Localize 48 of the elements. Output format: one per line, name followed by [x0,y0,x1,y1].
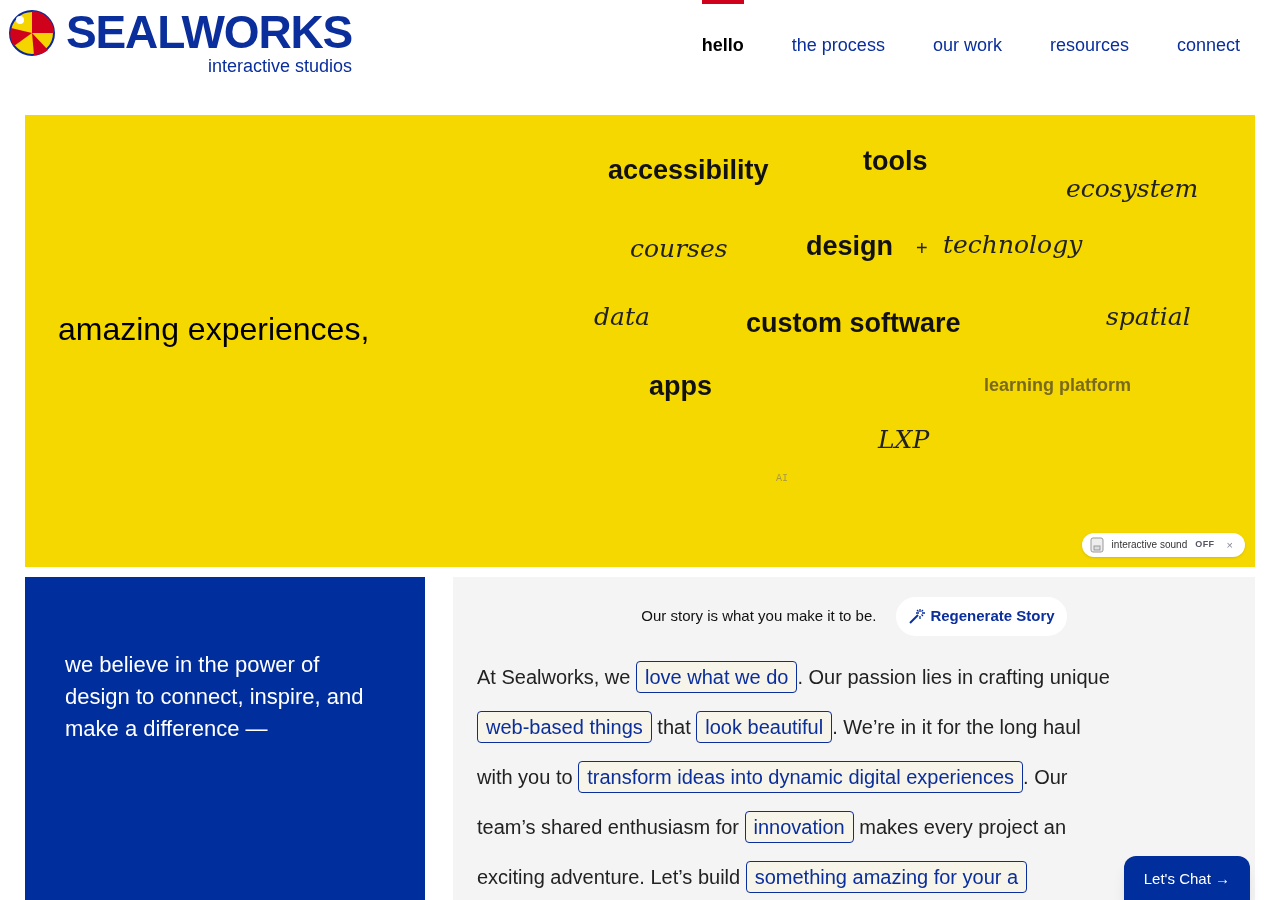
logo-wordmark[interactable]: SEALWORKS [66,8,353,56]
hero-headline: amazing experiences, [58,310,370,349]
story-text: . Our passion lies in crafting unique [797,665,1110,688]
sound-label: interactive sound [1111,538,1188,553]
story-highlight[interactable]: web-based things [477,710,652,743]
story-text: makes every project an [858,815,1067,838]
nav-link[interactable]: the process [791,0,885,59]
story-highlight[interactable]: something amazing for your a [745,860,1028,893]
story-text: exciting adventure. Let’s build [477,865,742,888]
story-text: . Our [1023,765,1068,788]
story-highlight[interactable]: innovation [744,810,854,843]
word-cloud-term: AI [776,472,788,486]
sound-status: OFF [1195,538,1215,551]
story-text: . We’re in it for the long haul [832,715,1081,738]
story-highlight[interactable]: transform ideas into dynamic digital experiences [578,760,1024,793]
word-cloud-term: + [916,236,928,261]
story-highlight[interactable]: look beautiful [696,710,833,743]
word-cloud-term: spatial [1106,301,1191,333]
nav-link[interactable]: resources [1049,0,1129,59]
story-text: At Sealworks, we [477,665,632,688]
chat-button[interactable]: Let's Chat → [1123,855,1250,900]
nav-link[interactable]: hello [701,0,744,59]
word-cloud-term: LXP [878,424,930,456]
word-cloud-term: data [594,301,650,333]
story-prompt: Our story is what you make it to be. [641,606,877,626]
story-text: with you to [477,765,574,788]
word-cloud-term: apps [649,370,713,403]
word-cloud-term: learning platform [984,374,1131,397]
word-cloud-term: technology [943,229,1083,261]
story-highlight[interactable]: love what we do [635,660,798,693]
word-cloud-term: custom software [746,307,961,340]
sound-toggle[interactable]: interactive sound OFF × [1081,532,1245,557]
close-button[interactable]: × [1222,536,1237,553]
story-text: team’s shared enthusiasm for [477,815,740,838]
word-cloud-term: tools [863,145,928,178]
word-cloud-term: courses [630,233,728,265]
nav-link[interactable]: our work [932,0,1002,59]
word-cloud-term: accessibility [608,154,769,187]
nav-link[interactable]: connect [1176,0,1240,59]
story-text: that [656,715,692,738]
word-cloud-term: ecosystem [1066,173,1199,205]
word-cloud-term: design [806,230,893,263]
mission-statement: we believe in the power of design to connect, inspire, and make a difference — [65,651,365,743]
logo-tagline: interactive studios [208,56,353,76]
beach-ball-icon [8,8,58,58]
speaker-box-icon [1089,536,1104,553]
magic-wand-icon [908,607,927,626]
regenerate-story-button[interactable]: Regenerate Story [896,597,1067,636]
